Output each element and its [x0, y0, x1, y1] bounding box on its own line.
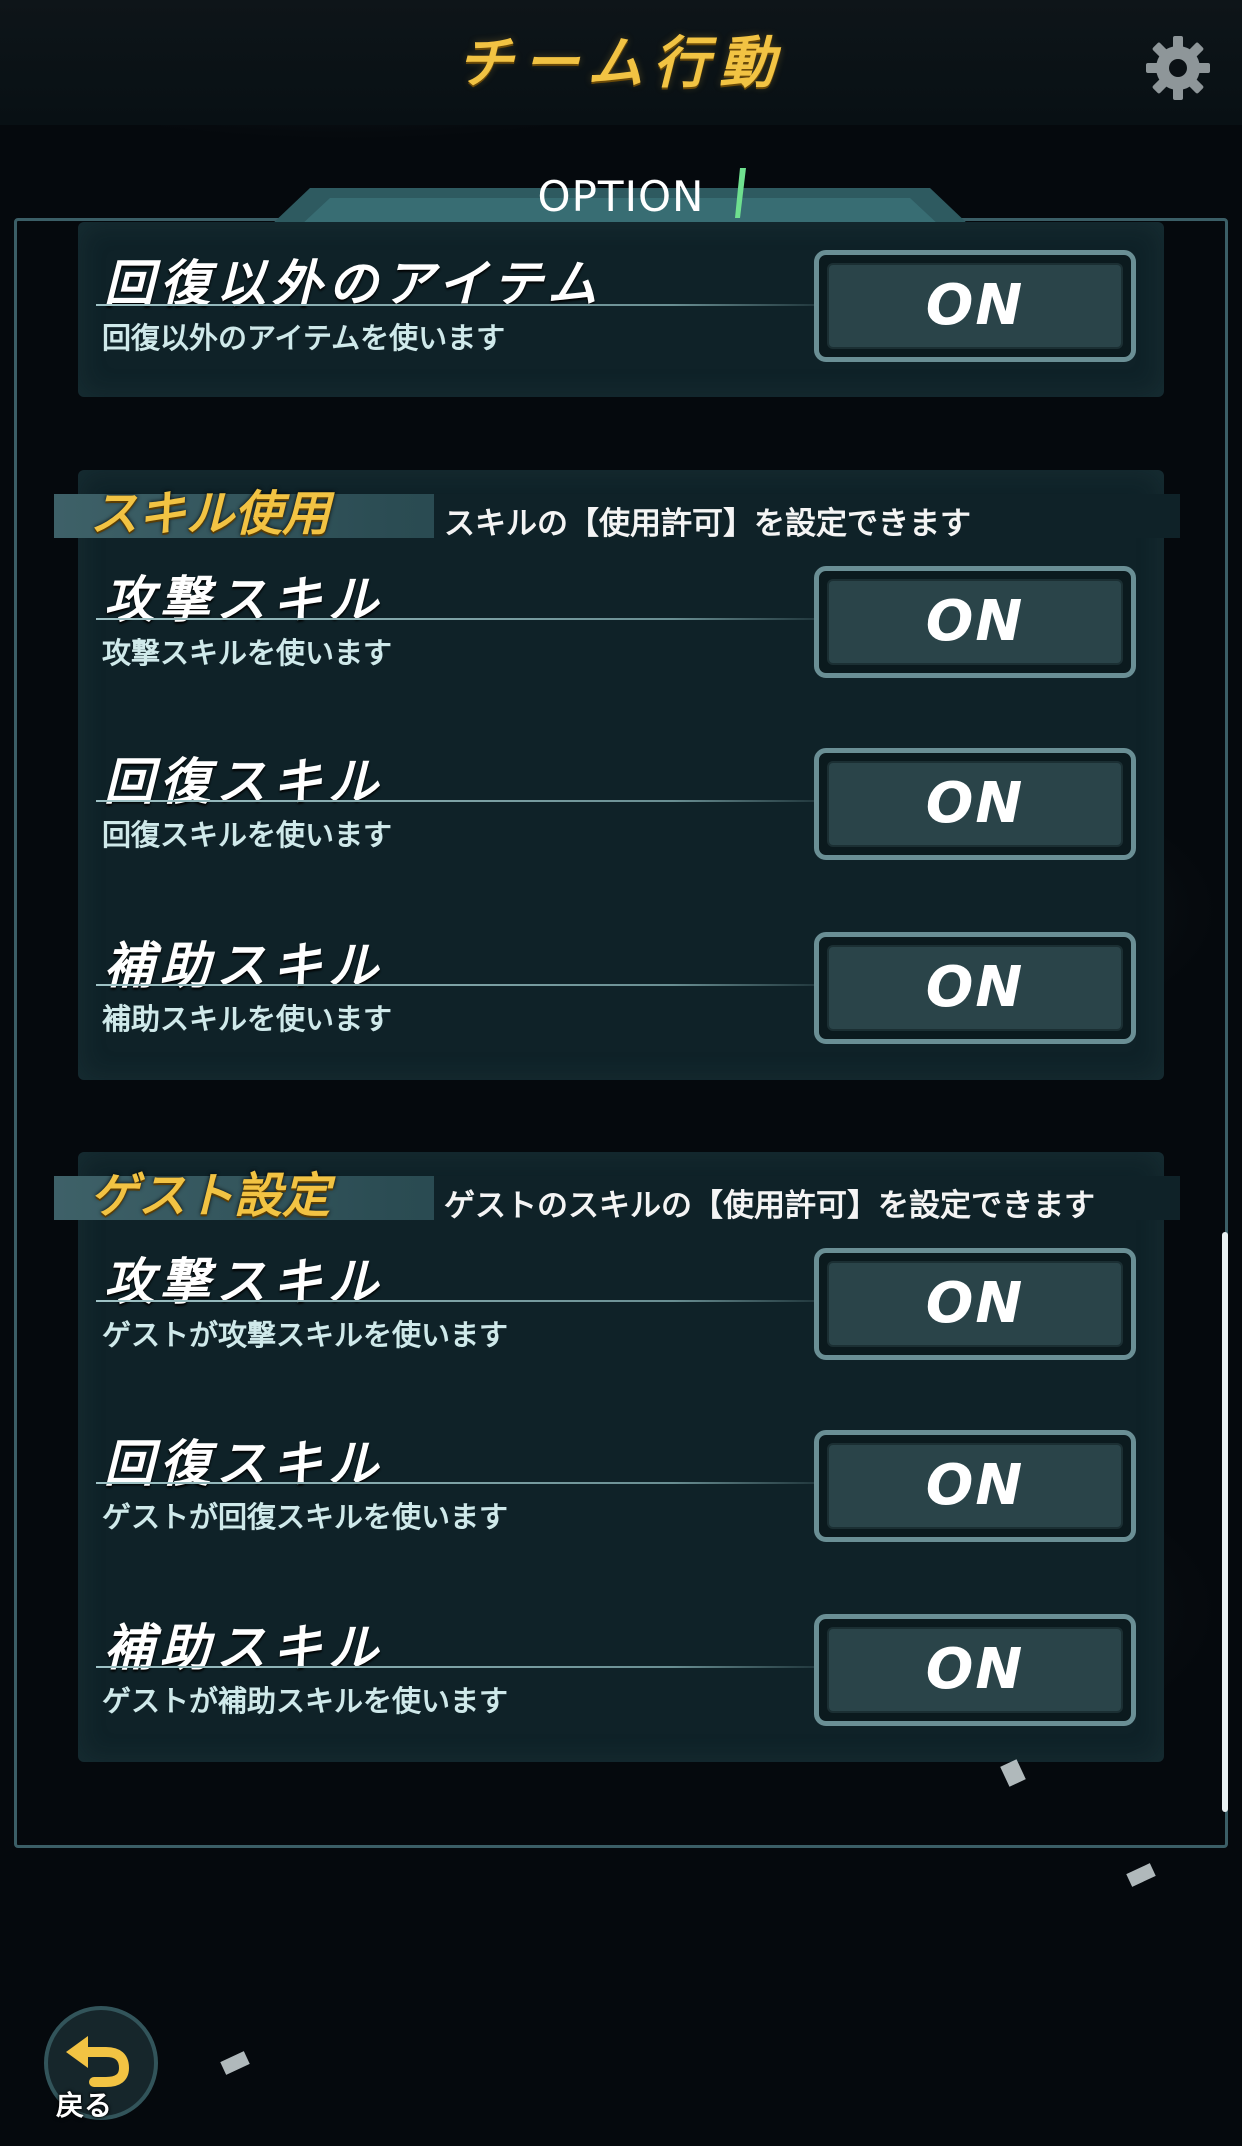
row-divider [96, 304, 816, 306]
row-title: 攻撃スキル [104, 1253, 384, 1311]
section-title: ゲスト設定 [90, 1168, 331, 1224]
section-description: ゲストのスキルの【使用許可】を設定できます [444, 1188, 1095, 1224]
scrollbar[interactable] [1222, 1232, 1228, 1812]
toggle-label: ON [925, 955, 1025, 1020]
page-title: チーム行動 [456, 31, 786, 96]
row-divider [96, 1300, 816, 1302]
toggle-label: ON [925, 1637, 1025, 1702]
items-nonrecovery-toggle[interactable]: ON [814, 250, 1136, 362]
option-tab-label: OPTION [537, 172, 705, 221]
row-divider [96, 618, 816, 620]
guest-section-header: ゲスト設定 ゲストのスキルの【使用許可】を設定できます [54, 1162, 1180, 1224]
toggle-label: ON [925, 589, 1025, 654]
sparkle-decoration [1126, 1863, 1156, 1887]
header-bar: チーム行動 [0, 0, 1242, 125]
row-title: 攻撃スキル [104, 571, 384, 629]
row-title: 回復スキル [104, 1435, 384, 1493]
row-description: 補助スキルを使います [102, 1002, 393, 1036]
row-description: 攻撃スキルを使います [102, 636, 393, 670]
toggle-label: ON [925, 771, 1025, 836]
row-title: 補助スキル [104, 937, 384, 995]
section-title: スキル使用 [90, 486, 331, 542]
row-description: ゲストが攻撃スキルを使います [102, 1318, 509, 1352]
toggle-label: ON [925, 1271, 1025, 1336]
support-skill-toggle[interactable]: ON [814, 932, 1136, 1044]
row-divider [96, 1666, 816, 1668]
row-title: 補助スキル [104, 1619, 384, 1677]
sparkle-decoration [220, 2051, 250, 2075]
section-description: スキルの【使用許可】を設定できます [444, 506, 971, 542]
row-divider [96, 984, 816, 986]
row-description: ゲストが補助スキルを使います [102, 1684, 509, 1718]
guest-support-skill-toggle[interactable]: ON [814, 1614, 1136, 1726]
row-description: 回復スキルを使います [102, 818, 393, 852]
attack-skill-toggle[interactable]: ON [814, 566, 1136, 678]
row-divider [96, 1482, 816, 1484]
gear-icon[interactable] [1144, 34, 1212, 102]
skill-section-header: スキル使用 スキルの【使用許可】を設定できます [54, 480, 1180, 542]
row-description: 回復以外のアイテムを使います [102, 321, 506, 355]
guest-attack-skill-toggle[interactable]: ON [814, 1248, 1136, 1360]
toggle-label: ON [925, 1453, 1025, 1518]
guest-recovery-skill-toggle[interactable]: ON [814, 1430, 1136, 1542]
row-divider [96, 800, 816, 802]
row-title: 回復スキル [104, 753, 384, 811]
toggle-label: ON [925, 273, 1025, 338]
row-description: ゲストが回復スキルを使います [102, 1500, 509, 1534]
recovery-skill-toggle[interactable]: ON [814, 748, 1136, 860]
back-label[interactable]: 戻る [56, 2084, 112, 2124]
